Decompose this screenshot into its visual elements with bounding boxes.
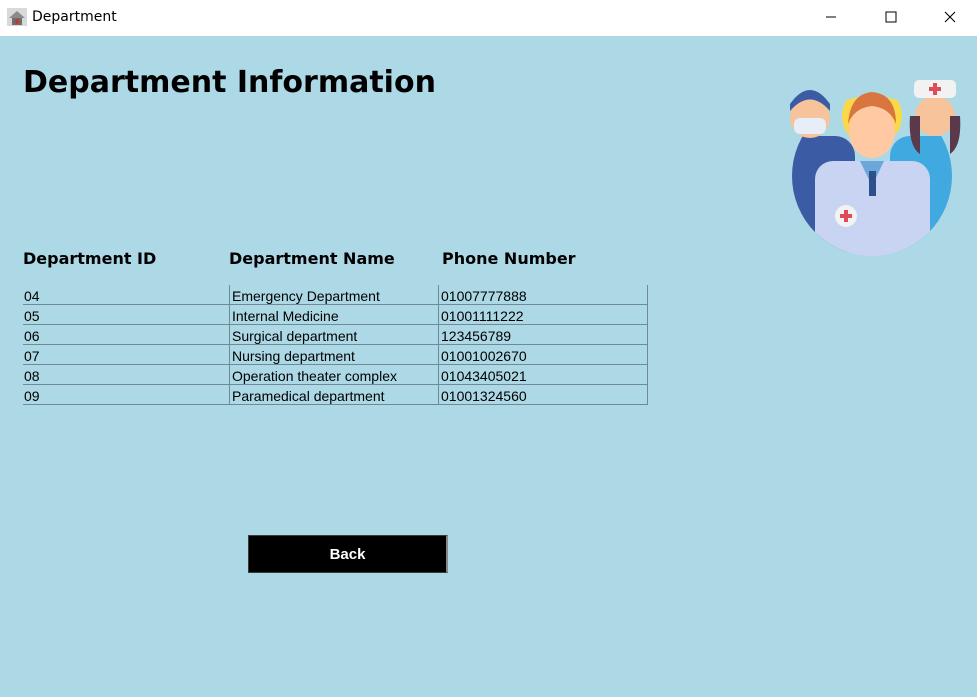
maximize-button[interactable] [868,0,914,34]
column-header-department-id: Department ID [23,249,157,268]
column-header-department-name: Department Name [229,249,395,268]
table-row[interactable]: 06 Surgical department 123456789 [23,325,647,345]
cell-department-id[interactable]: 07 [23,345,230,364]
cell-department-name[interactable]: Internal Medicine [230,305,439,324]
table-row[interactable]: 08 Operation theater complex 01043405021 [23,365,647,385]
window-titlebar: Department [0,0,977,36]
cell-phone-number[interactable]: 01007777888 [439,285,647,304]
hospital-app-icon [7,8,27,26]
cell-department-name[interactable]: Surgical department [230,325,439,344]
cell-phone-number[interactable]: 01043405021 [439,365,647,384]
close-icon [944,8,956,27]
cell-department-name[interactable]: Operation theater complex [230,365,439,384]
content-panel: Department Information Department ID Dep… [0,36,977,697]
table-row[interactable]: 05 Internal Medicine 01001111222 [23,305,647,325]
window-title: Department [32,9,117,25]
cell-department-name[interactable]: Nursing department [230,345,439,364]
cell-department-id[interactable]: 08 [23,365,230,384]
cell-department-id[interactable]: 09 [23,385,230,404]
table-row[interactable]: 09 Paramedical department 01001324560 [23,385,647,405]
cell-phone-number[interactable]: 01001002670 [439,345,647,364]
cell-department-id[interactable]: 04 [23,285,230,304]
cell-phone-number[interactable]: 01001111222 [439,305,647,324]
back-button[interactable]: Back [248,535,448,573]
department-table[interactable]: 04 Emergency Department 01007777888 05 I… [23,285,648,405]
cell-phone-number[interactable]: 123456789 [439,325,647,344]
cell-department-name[interactable]: Paramedical department [230,385,439,404]
table-row[interactable]: 04 Emergency Department 01007777888 [23,285,647,305]
maximize-icon [885,8,897,27]
minimize-icon [825,8,837,27]
close-button[interactable] [927,0,973,34]
medical-staff-illustration [780,66,965,256]
page-title: Department Information [23,65,436,100]
minimize-button[interactable] [808,0,854,34]
column-header-phone-number: Phone Number [442,249,576,268]
cell-department-id[interactable]: 05 [23,305,230,324]
cell-phone-number[interactable]: 01001324560 [439,385,647,404]
table-row[interactable]: 07 Nursing department 01001002670 [23,345,647,365]
cell-department-id[interactable]: 06 [23,325,230,344]
cell-department-name[interactable]: Emergency Department [230,285,439,304]
